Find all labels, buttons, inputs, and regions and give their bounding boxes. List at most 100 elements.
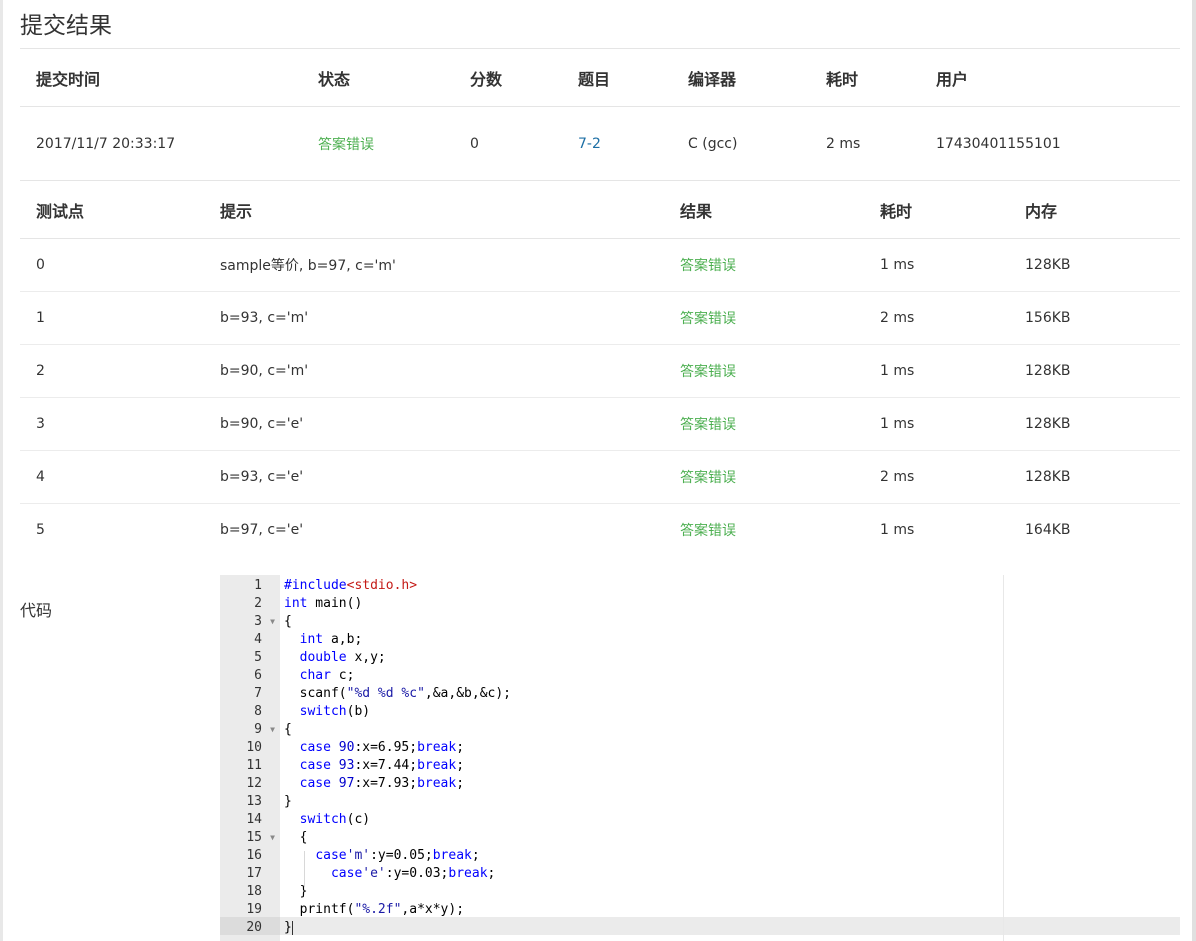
- testcase-id: 3: [36, 416, 45, 432]
- text-cursor: [291, 920, 293, 935]
- line-number: 4: [254, 632, 262, 647]
- code-line[interactable]: case'm':y=0.05;break;: [284, 847, 479, 865]
- table-row: 2 b=90, c='m' 答案错误 1 ms 128KB: [20, 345, 1180, 398]
- fold-toggle-icon[interactable]: ▼: [270, 721, 275, 739]
- page-title: 提交结果: [20, 13, 112, 39]
- table-header: 测试点 提示 结果 耗时 内存: [20, 181, 1180, 239]
- scrollbar[interactable]: [1192, 0, 1196, 941]
- line-number: 13: [246, 794, 262, 809]
- testcase-hint: b=90, c='m': [220, 363, 309, 379]
- code-line[interactable]: case 90:x=6.95;break;: [284, 739, 464, 757]
- header-submit-time: 提交时间: [36, 69, 101, 89]
- testcase-id: 4: [36, 469, 45, 485]
- testcase-result: 答案错误: [680, 311, 736, 327]
- code-line[interactable]: {: [284, 829, 308, 847]
- testcase-hint: b=93, c='e': [220, 469, 304, 485]
- testcase-time: 1 ms: [880, 522, 915, 538]
- code-line[interactable]: case 93:x=7.44;break;: [284, 757, 464, 775]
- line-number: 16: [246, 848, 262, 863]
- testcase-id: 0: [36, 257, 45, 273]
- score: 0: [470, 135, 479, 152]
- header-time: 耗时: [880, 201, 913, 221]
- submission-table: 提交时间 状态 分数 题目 编译器 耗时 用户 2017/11/7 20:33:…: [20, 49, 1180, 181]
- code-label: 代码: [20, 601, 53, 620]
- code-line[interactable]: switch(c): [284, 811, 370, 829]
- line-number: 15 ▼: [246, 829, 275, 847]
- user-id: 17430401155101: [936, 135, 1061, 152]
- testcase-hint: b=90, c='e': [220, 416, 304, 432]
- code-editor[interactable]: 1 2 3 ▼ 4 5 6 7 8 9 ▼ 10 11 12 13 14 15 ▼ 16 17 18 19 20 #incl…: [220, 575, 1180, 941]
- testcase-memory: 156KB: [1025, 310, 1071, 326]
- table-row: 1 b=93, c='m' 答案错误 2 ms 156KB: [20, 292, 1180, 345]
- testcase-result: 答案错误: [680, 417, 736, 433]
- header-elapsed: 耗时: [826, 69, 859, 89]
- testcase-memory: 128KB: [1025, 257, 1071, 273]
- elapsed-time: 2 ms: [826, 135, 861, 152]
- print-margin: [1003, 575, 1004, 941]
- table-row: 3 b=90, c='e' 答案错误 1 ms 128KB: [20, 398, 1180, 451]
- code-line[interactable]: }: [284, 793, 292, 811]
- testcase-result: 答案错误: [680, 258, 736, 274]
- code-line[interactable]: case 97:x=7.93;break;: [284, 775, 464, 793]
- compiler: C (gcc): [688, 135, 738, 152]
- code-line[interactable]: printf("%.2f",a*x*y);: [284, 901, 464, 919]
- code-line[interactable]: {: [284, 721, 292, 739]
- line-number: 1: [254, 578, 262, 593]
- code-area[interactable]: #include<stdio.h> int main(){ int a,b; do…: [280, 575, 1180, 941]
- code-line[interactable]: #include<stdio.h>: [284, 577, 417, 595]
- testcase-id: 1: [36, 310, 45, 326]
- header-status: 状态: [318, 69, 351, 89]
- testcase-hint: b=97, c='e': [220, 522, 304, 538]
- line-number: 12: [246, 776, 262, 791]
- code-line[interactable]: double x,y;: [284, 649, 386, 667]
- line-number: 11: [246, 758, 262, 773]
- code-line[interactable]: scanf("%d %d %c",&a,&b,&c);: [284, 685, 511, 703]
- problem-link[interactable]: 7-2: [578, 107, 601, 180]
- code-line[interactable]: switch(b): [284, 703, 370, 721]
- testcase-time: 1 ms: [880, 416, 915, 432]
- active-line-highlight: [280, 917, 1180, 935]
- header-problem: 题目: [578, 69, 611, 89]
- testcase-memory: 128KB: [1025, 363, 1071, 379]
- testcase-time: 1 ms: [880, 257, 915, 273]
- table-header: 提交时间 状态 分数 题目 编译器 耗时 用户: [20, 49, 1180, 107]
- status-badge: 答案错误: [318, 136, 374, 153]
- code-line[interactable]: {: [284, 613, 292, 631]
- header-compiler: 编译器: [688, 69, 737, 89]
- fold-toggle-icon[interactable]: ▼: [270, 613, 275, 631]
- line-number: 7: [254, 686, 262, 701]
- header-result: 结果: [680, 201, 713, 221]
- line-number: 17: [246, 866, 262, 881]
- code-line[interactable]: }: [284, 883, 308, 901]
- code-line[interactable]: int a,b;: [284, 631, 363, 649]
- testcase-result: 答案错误: [680, 364, 736, 380]
- testcase-hint: sample等价, b=97, c='m': [220, 258, 396, 274]
- line-number: 10: [246, 740, 262, 755]
- line-number: 6: [254, 668, 262, 683]
- line-number: 5: [254, 650, 262, 665]
- table-row: 0 sample等价, b=97, c='m' 答案错误 1 ms 128KB: [20, 239, 1180, 292]
- code-line[interactable]: int main(): [284, 595, 362, 613]
- table-row: 4 b=93, c='e' 答案错误 2 ms 128KB: [20, 451, 1180, 504]
- header-score: 分数: [470, 69, 503, 89]
- testcase-hint: b=93, c='m': [220, 310, 309, 326]
- header-testcase: 测试点: [36, 201, 85, 221]
- testcase-time: 2 ms: [880, 469, 915, 485]
- testcase-time: 2 ms: [880, 310, 915, 326]
- code-line[interactable]: }: [284, 919, 293, 937]
- testcase-memory: 128KB: [1025, 469, 1071, 485]
- code-line[interactable]: char c;: [284, 667, 355, 685]
- table-row: 2017/11/7 20:33:17 答案错误 0 7-2 C (gcc) 2 …: [20, 107, 1180, 181]
- testcase-result: 答案错误: [680, 523, 736, 539]
- line-number: 3 ▼: [254, 613, 275, 631]
- header-hint: 提示: [220, 201, 253, 221]
- testcase-id: 5: [36, 522, 45, 538]
- testcase-id: 2: [36, 363, 45, 379]
- code-line[interactable]: case'e':y=0.03;break;: [284, 865, 495, 883]
- line-number: 19: [246, 902, 262, 917]
- line-number: 14: [246, 812, 262, 827]
- line-number: 18: [246, 884, 262, 899]
- fold-toggle-icon[interactable]: ▼: [270, 829, 275, 847]
- testcase-memory: 128KB: [1025, 416, 1071, 432]
- testcase-time: 1 ms: [880, 363, 915, 379]
